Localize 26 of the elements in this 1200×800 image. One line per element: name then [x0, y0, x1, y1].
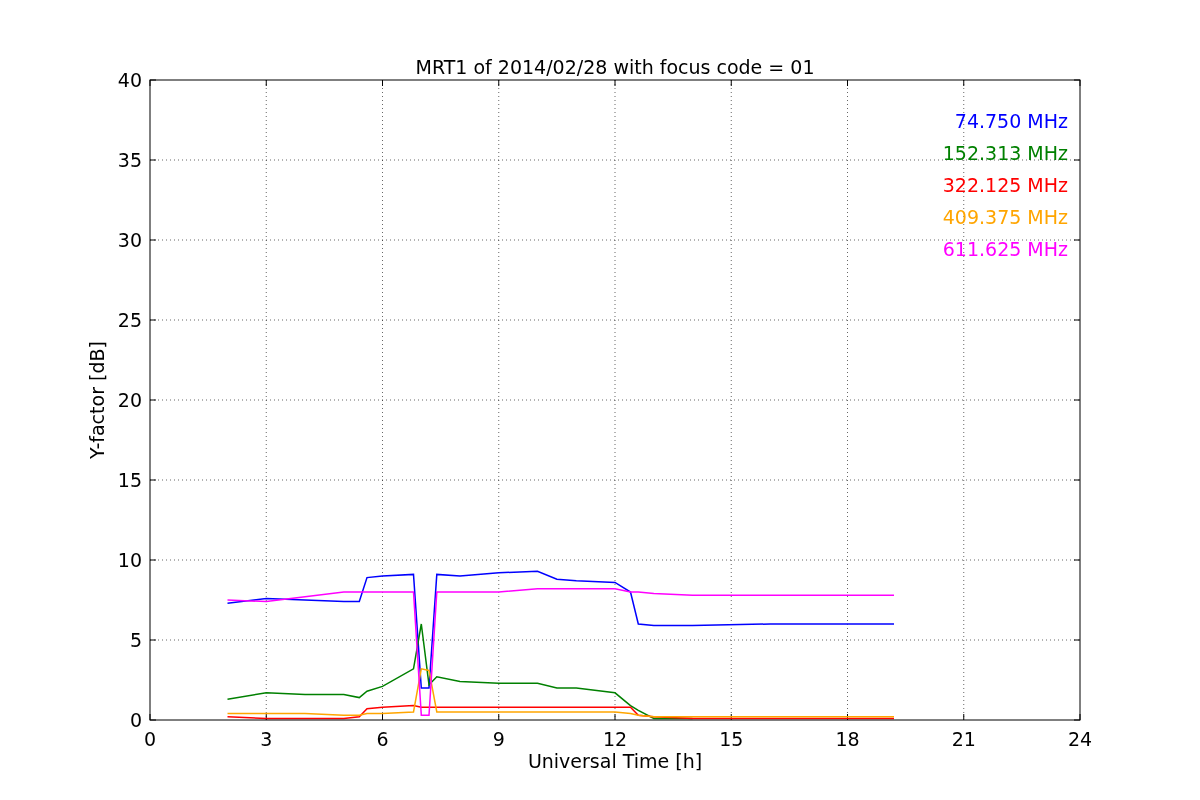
x-axis-label: Universal Time [h]: [527, 750, 703, 772]
tick-label: 35: [117, 149, 142, 171]
tick-label: 20: [117, 389, 142, 411]
tick-label: 40: [117, 69, 142, 91]
tick-label: 10: [117, 549, 142, 571]
tick-label: 0: [129, 709, 142, 731]
legend-label: 152.313 MHz: [942, 142, 1068, 164]
legend-label: 611.625 MHz: [942, 238, 1068, 260]
tick-label: 12: [602, 728, 628, 750]
tick-label: 0: [143, 728, 157, 750]
tick-label: 18: [835, 728, 860, 750]
tick-label: 21: [951, 728, 976, 750]
tick-label: 3: [260, 728, 273, 750]
tick-label: 6: [376, 728, 389, 750]
tick-label: 5: [129, 629, 142, 651]
tick-label: 30: [117, 229, 142, 251]
tick-label: 15: [719, 728, 744, 750]
legend-label: 74.750 MHz: [954, 110, 1068, 132]
tick-label: 15: [117, 469, 142, 491]
y-axis-label: Y-factor [dB]: [86, 341, 108, 459]
tick-label: 25: [117, 309, 142, 331]
legend-label: 409.375 MHz: [942, 206, 1068, 228]
tick-label: 9: [492, 728, 505, 750]
legend-label: 322.125 MHz: [942, 174, 1068, 196]
tick-label: 24: [1067, 728, 1093, 750]
chart-title: MRT1 of 2014/02/28 with focus code = 01: [415, 56, 815, 78]
